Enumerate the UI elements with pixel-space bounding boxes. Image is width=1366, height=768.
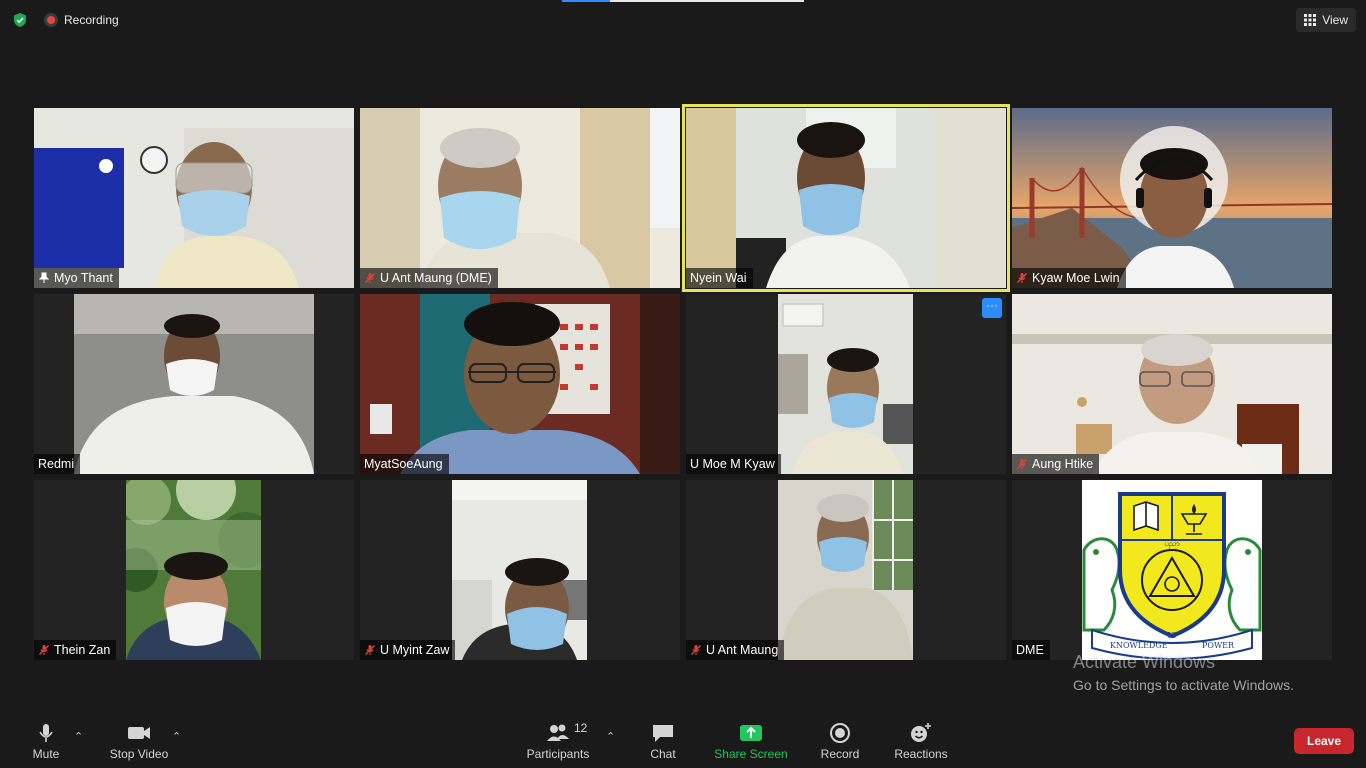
- stop-video-button[interactable]: Stop Video: [104, 720, 174, 766]
- view-button[interactable]: View: [1296, 8, 1356, 32]
- participant-name-tag: Kyaw Moe Lwin: [1012, 268, 1126, 288]
- video-tile[interactable]: U Ant Maung: [686, 480, 1006, 660]
- video-tile[interactable]: Myo Thant: [34, 108, 354, 288]
- chat-bubble-icon: [653, 725, 673, 742]
- participants-options-chevron-icon[interactable]: ⌃: [606, 730, 615, 743]
- record-button[interactable]: Record: [814, 720, 866, 766]
- video-tile[interactable]: ပညာ KNOWLEDGE IS POWER DME: [1012, 480, 1332, 660]
- video-tile[interactable]: Aung Htike: [1012, 294, 1332, 474]
- stop-video-label: Stop Video: [109, 747, 169, 761]
- record-icon: [830, 723, 850, 743]
- participant-name-tag: U Moe M Kyaw: [686, 454, 781, 474]
- mic-muted-icon: [691, 645, 701, 655]
- record-label: Record: [820, 747, 860, 761]
- watermark-subtitle: Go to Settings to activate Windows.: [1073, 677, 1294, 693]
- video-feed: [126, 480, 261, 660]
- participant-name-tag: U Myint Zaw: [360, 640, 456, 660]
- share-screen-label: Share Screen: [714, 747, 788, 761]
- page-indicator: [562, 0, 804, 2]
- recording-label: Recording: [64, 13, 119, 27]
- video-feed: [778, 480, 913, 660]
- video-feed: [74, 294, 314, 474]
- more-options-button[interactable]: ···: [982, 298, 1002, 318]
- participant-name-tag: Thein Zan: [34, 640, 117, 660]
- grid-icon: [1304, 14, 1317, 26]
- participant-count-badge: 12: [574, 721, 588, 735]
- mic-muted-icon: [1017, 273, 1027, 283]
- share-screen-button[interactable]: Share Screen: [714, 720, 788, 766]
- video-tile[interactable]: Thein Zan: [34, 480, 354, 660]
- video-feed: [1012, 294, 1332, 474]
- audio-options-chevron-icon[interactable]: ⌃: [74, 730, 83, 743]
- video-tile[interactable]: MyatSoeAung: [360, 294, 680, 474]
- video-tile[interactable]: Kyaw Moe Lwin: [1012, 108, 1332, 288]
- participant-name-tag: DME: [1012, 640, 1050, 660]
- participant-name-tag: Nyein Wai: [686, 268, 753, 288]
- share-screen-icon: [740, 725, 762, 741]
- video-feed: [34, 108, 354, 288]
- view-label: View: [1322, 13, 1348, 27]
- recording-indicator[interactable]: Recording: [44, 11, 119, 29]
- video-feed: [360, 108, 680, 288]
- mute-label: Mute: [32, 747, 60, 761]
- video-camera-icon: [128, 727, 150, 739]
- video-feed: [452, 480, 587, 660]
- recording-dot-icon: [44, 13, 58, 27]
- video-tile[interactable]: U Myint Zaw: [360, 480, 680, 660]
- video-options-chevron-icon[interactable]: ⌃: [172, 730, 181, 743]
- mic-muted-icon: [365, 273, 375, 283]
- chat-label: Chat: [650, 747, 676, 761]
- participant-name-tag: Redmi: [34, 454, 81, 474]
- pin-icon: [38, 272, 50, 283]
- reactions-smiley-icon: [911, 723, 931, 742]
- participant-name-tag: U Ant Maung (DME): [360, 268, 498, 288]
- security-shield-icon[interactable]: [12, 12, 28, 28]
- meeting-controls-toolbar: Mute ⌃ Stop Video ⌃ Participants 12 ⌃ Ch…: [0, 716, 1366, 768]
- video-feed: [360, 294, 680, 474]
- crest-motto-right: POWER: [1202, 641, 1235, 650]
- participant-name-tag: Aung Htike: [1012, 454, 1100, 474]
- video-feed: [686, 108, 1006, 288]
- crest-motto-left: KNOWLEDGE: [1110, 641, 1168, 650]
- video-tile[interactable]: Redmi: [34, 294, 354, 474]
- mic-muted-icon: [39, 645, 49, 655]
- mic-muted-icon: [1017, 459, 1027, 469]
- participant-name-tag: MyatSoeAung: [360, 454, 449, 474]
- participants-label: Participants: [526, 747, 590, 761]
- video-tile[interactable]: ··· U Moe M Kyaw: [686, 294, 1006, 474]
- reactions-label: Reactions: [894, 747, 948, 761]
- zoom-meeting-window: Recording View Myo Thant U Ant Maung (DM…: [0, 0, 1366, 768]
- participants-icon: [547, 724, 569, 741]
- chat-button[interactable]: Chat: [642, 720, 684, 766]
- video-tile[interactable]: U Ant Maung (DME): [360, 108, 680, 288]
- video-tile-active-speaker[interactable]: Nyein Wai: [682, 104, 1010, 292]
- video-feed: [778, 294, 913, 474]
- crest-logo-image: ပညာ KNOWLEDGE IS POWER: [1082, 480, 1262, 660]
- microphone-icon: [39, 724, 53, 742]
- reactions-button[interactable]: Reactions: [892, 720, 950, 766]
- mute-button[interactable]: Mute: [28, 720, 64, 766]
- top-bar: Recording View: [0, 0, 1366, 40]
- video-feed: [1012, 108, 1332, 288]
- crest-motto-mid: IS: [1168, 631, 1177, 640]
- mic-muted-icon: [365, 645, 375, 655]
- leave-meeting-button[interactable]: Leave: [1294, 728, 1354, 754]
- participant-name-tag: Myo Thant: [34, 268, 119, 288]
- participant-name-tag: U Ant Maung: [686, 640, 785, 660]
